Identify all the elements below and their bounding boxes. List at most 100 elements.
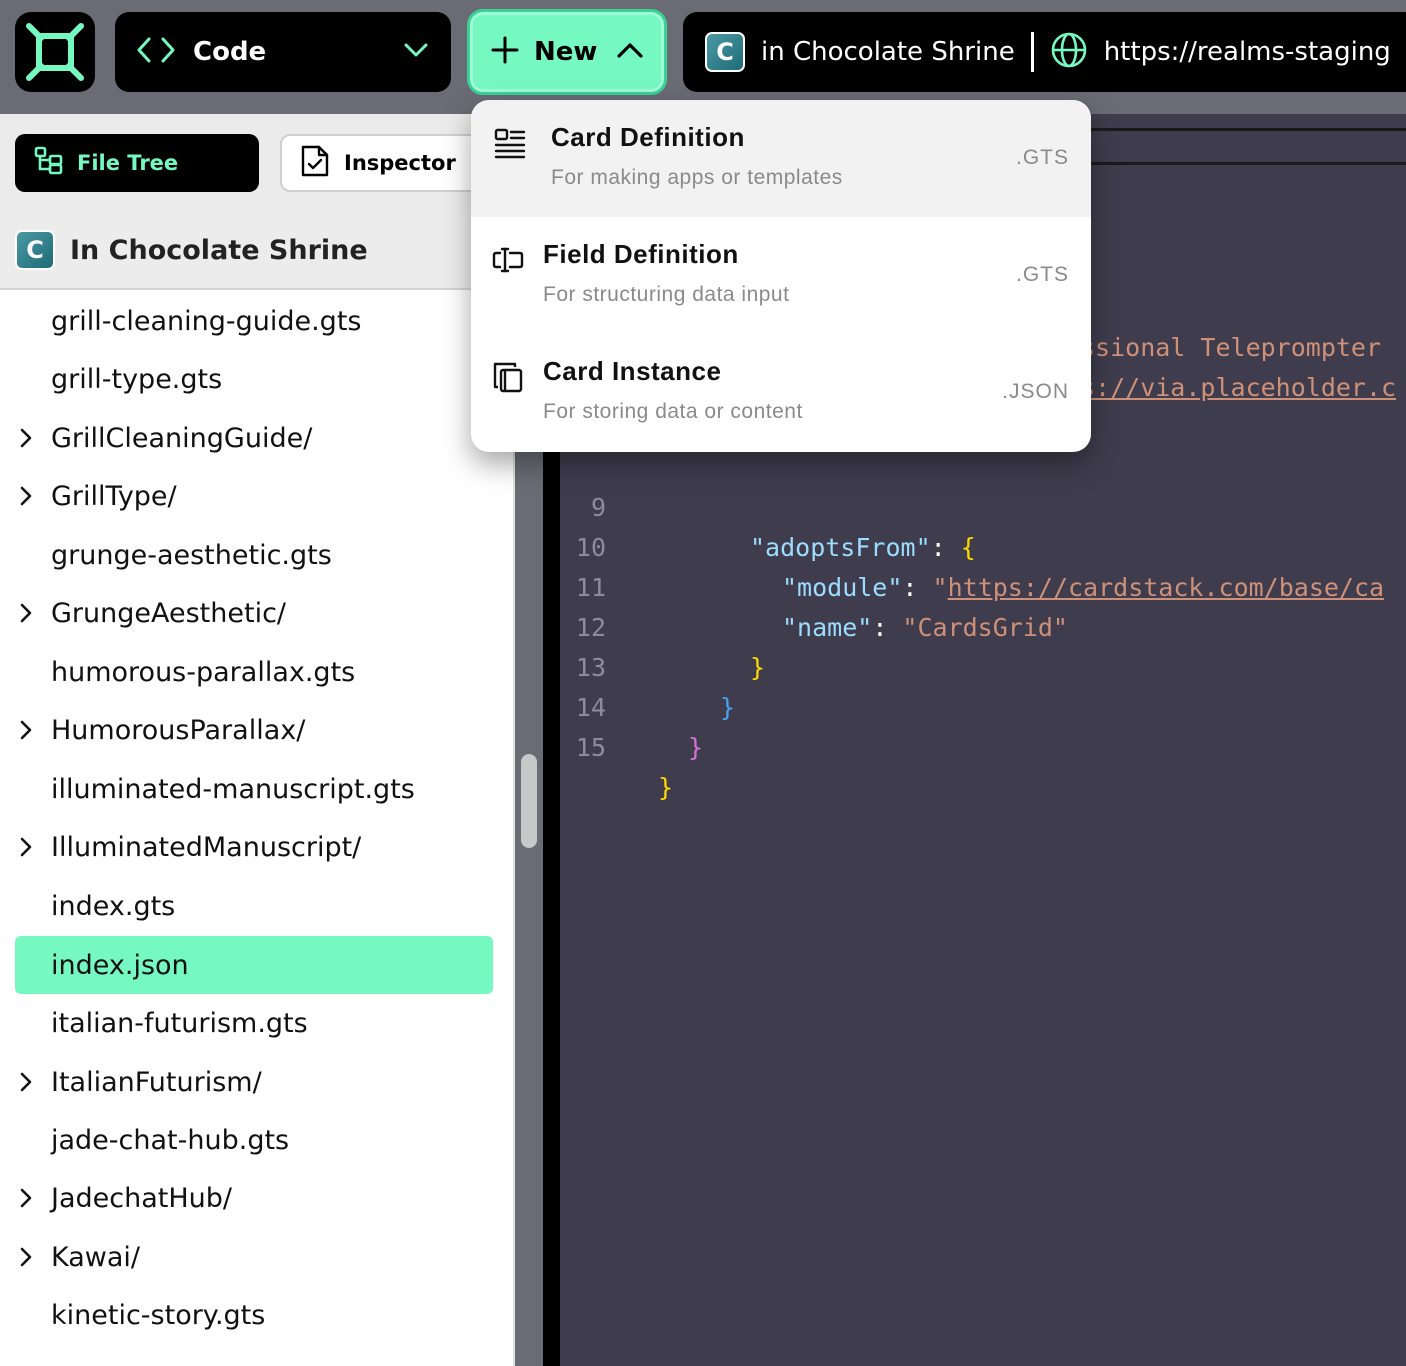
file-tree-icon — [33, 145, 65, 182]
file-name: grunge-aesthetic.gts — [51, 539, 332, 571]
folder-name: GrungeAesthetic/ — [51, 597, 287, 629]
editor-divider — [1090, 162, 1406, 165]
file-name: humorous-parallax.gts — [51, 656, 356, 688]
file-name: jade-chat-hub.gts — [51, 1124, 290, 1156]
code-line: 11 "name": "CardsGrid" — [560, 528, 1406, 642]
menu-item-description: For making apps or templates — [551, 166, 843, 189]
scrollbar-thumb[interactable] — [521, 754, 537, 848]
left-panel: File Tree Inspector C In Chocolate Shrin… — [0, 114, 537, 1366]
code-line: 9 "adoptsFrom": { — [560, 448, 1406, 562]
list-item[interactable]: GrungeAesthetic/ — [15, 584, 493, 642]
app-logo-icon[interactable] — [15, 12, 95, 92]
field-definition-icon — [491, 243, 525, 277]
card-definition-icon — [493, 126, 527, 160]
mode-label: Code — [193, 37, 267, 67]
menu-item-title: Card Definition — [551, 122, 745, 152]
realm-url[interactable]: https://realms-staging — [1104, 37, 1391, 67]
chevron-right-icon — [15, 1071, 51, 1093]
list-item[interactable]: Kawai/ — [15, 1228, 493, 1286]
file-name: grill-cleaning-guide.gts — [51, 305, 362, 337]
menu-item-field-definition[interactable]: Field Definition For structuring data in… — [471, 217, 1091, 334]
folder-name: JadechatHub/ — [51, 1182, 232, 1214]
code-brackets-icon — [137, 35, 175, 69]
folder-name: Kawai/ — [51, 1241, 141, 1273]
tab-file-tree-label: File Tree — [77, 151, 179, 175]
code-line: 13 } — [560, 608, 1406, 722]
list-item[interactable]: ItalianFuturism/ — [15, 1053, 493, 1111]
globe-icon — [1050, 31, 1088, 73]
realm-name: in Chocolate Shrine — [761, 37, 1015, 67]
folder-name: IlluminatedManuscript/ — [51, 831, 362, 863]
file-name: illuminated-manuscript.gts — [51, 773, 415, 805]
file-name: italian-futurism.gts — [51, 1007, 308, 1039]
code-text: s://via.placeholder.c — [1080, 373, 1397, 402]
code-line: 14 } — [560, 648, 1406, 762]
line-number: 15 — [575, 733, 606, 762]
file-check-icon — [300, 144, 330, 183]
realm-url-bar[interactable]: C in Chocolate Shrine https://realms-sta… — [683, 12, 1406, 92]
list-item[interactable]: JadechatHub/ — [15, 1169, 493, 1227]
code-brace: } — [658, 773, 674, 802]
menu-item-card-definition[interactable]: Card Definition For making apps or templ… — [471, 100, 1091, 217]
realm-badge: C — [15, 230, 55, 270]
menu-item-description: For storing data or content — [543, 400, 803, 423]
chevron-right-icon — [15, 836, 51, 858]
list-item[interactable]: IlluminatedManuscript/ — [15, 818, 493, 876]
list-item[interactable]: HumorousParallax/ — [15, 701, 493, 759]
file-name: kinetic-story.gts — [51, 1299, 266, 1331]
chevron-down-icon — [403, 41, 429, 63]
tab-inspector-label: Inspector — [344, 151, 456, 175]
list-item[interactable]: grill-cleaning-guide.gts — [15, 292, 493, 350]
new-button[interactable]: New — [467, 9, 667, 95]
panel-tabs: File Tree Inspector — [0, 114, 530, 212]
code-line: 12 } — [560, 568, 1406, 682]
new-file-menu: Card Definition For making apps or templ… — [471, 100, 1091, 452]
plus-icon — [490, 35, 520, 69]
folder-name: GrillType/ — [51, 480, 177, 512]
tab-file-tree[interactable]: File Tree — [15, 134, 259, 192]
list-item[interactable]: grunge-aesthetic.gts — [15, 526, 493, 584]
list-item[interactable]: humorous-parallax.gts — [15, 643, 493, 701]
realm-header: C In Chocolate Shrine — [0, 212, 515, 290]
list-item[interactable]: index.gts — [15, 877, 493, 935]
menu-item-card-instance[interactable]: Card Instance For storing data or conten… — [471, 334, 1091, 451]
top-bar: Code New C in Chocolate Shrine https://r… — [0, 0, 1406, 114]
mode-selector-button[interactable]: Code — [115, 12, 451, 92]
list-item[interactable]: GrillCleaningGuide/ — [15, 409, 493, 467]
chevron-right-icon — [15, 485, 51, 507]
list-item[interactable]: kinetic-story.gts — [15, 1286, 493, 1344]
menu-item-title: Card Instance — [543, 356, 722, 386]
list-item[interactable]: illuminated-manuscript.gts — [15, 760, 493, 818]
list-item-selected[interactable]: index.json — [15, 936, 493, 994]
realm-title: In Chocolate Shrine — [70, 234, 368, 266]
folder-name: ItalianFuturism/ — [51, 1066, 262, 1098]
file-name: index.json — [51, 949, 189, 981]
folder-name: HumorousParallax/ — [51, 714, 306, 746]
menu-item-description: For structuring data input — [543, 283, 790, 306]
chevron-right-icon — [15, 602, 51, 624]
file-name: index.gts — [51, 890, 176, 922]
new-button-label: New — [534, 37, 598, 67]
menu-item-extension: .GTS — [1015, 263, 1069, 286]
menu-item-title: Field Definition — [543, 239, 739, 269]
realm-badge: C — [705, 32, 745, 72]
code-line: 10 "module": "https://cardstack.com/base… — [560, 488, 1406, 602]
folder-name: GrillCleaningGuide/ — [51, 422, 313, 454]
chevron-right-icon — [15, 719, 51, 741]
file-name: grill-type.gts — [51, 363, 223, 395]
list-item[interactable]: jade-chat-hub.gts — [15, 1111, 493, 1169]
list-item[interactable]: italian-futurism.gts — [15, 994, 493, 1052]
chevron-right-icon — [15, 427, 51, 449]
card-instance-icon — [491, 360, 525, 394]
chevron-right-icon — [15, 1187, 51, 1209]
chevron-up-icon — [616, 41, 644, 63]
chevron-right-icon — [15, 1246, 51, 1268]
editor-divider — [1090, 128, 1406, 131]
list-item[interactable]: GrillType/ — [15, 467, 493, 525]
code-line: 15 } — [560, 688, 1406, 802]
divider — [1030, 32, 1034, 72]
menu-item-extension: .GTS — [1015, 146, 1069, 169]
menu-item-extension: .JSON — [1002, 380, 1069, 403]
list-item[interactable]: grill-type.gts — [15, 350, 493, 408]
code-brace: } — [688, 733, 704, 762]
